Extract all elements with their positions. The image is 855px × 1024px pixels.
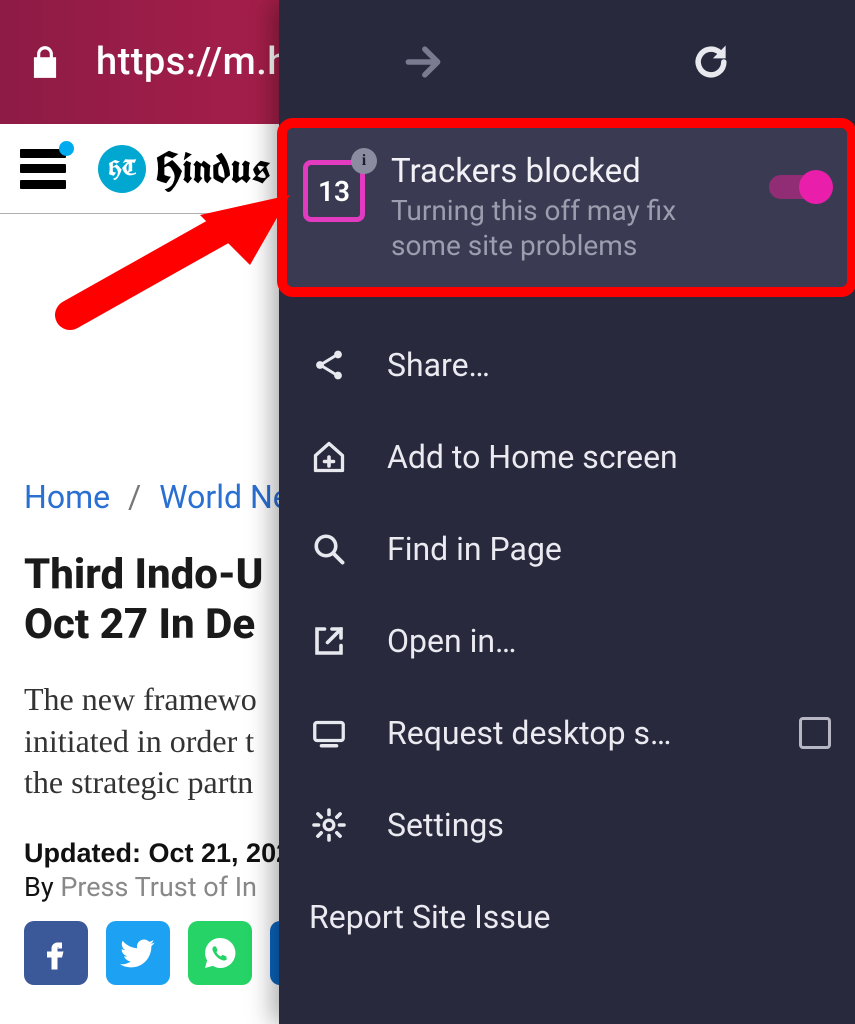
- trackers-sub-line: some site problems: [391, 229, 637, 262]
- facebook-share-button[interactable]: [24, 921, 88, 985]
- menu-item-desktop-site[interactable]: Request desktop s…: [279, 687, 855, 779]
- menu-item-find[interactable]: Find in Page: [279, 503, 855, 595]
- menu-label: Add to Home screen: [387, 438, 831, 476]
- hamburger-menu-button[interactable]: [20, 149, 66, 189]
- menu-item-share[interactable]: Share…: [279, 319, 855, 411]
- site-logo[interactable]: HT Hindus: [98, 140, 271, 197]
- info-icon: i: [351, 148, 377, 174]
- menu-label: Settings: [387, 806, 831, 844]
- forward-button[interactable]: [279, 40, 567, 84]
- trackers-subtitle: Turning this off may fix some site probl…: [391, 193, 829, 263]
- logo-mark: HT: [98, 145, 146, 193]
- reload-button[interactable]: [567, 40, 855, 84]
- menu-item-report-issue[interactable]: Report Site Issue: [279, 871, 855, 963]
- menu-items: Share… Add to Home screen Find in Page O…: [279, 319, 855, 963]
- gear-icon: [307, 807, 351, 843]
- trackers-sub-line: Turning this off may fix: [391, 194, 676, 227]
- menu-label: Find in Page: [387, 530, 831, 568]
- lock-icon: [26, 41, 64, 83]
- breadcrumb-separator: /: [128, 478, 141, 516]
- body-line: initiated in order t: [24, 723, 254, 759]
- twitter-share-button[interactable]: [106, 921, 170, 985]
- headline-line: Oct 27 In De: [24, 600, 255, 649]
- menu-label: Request desktop s…: [387, 714, 799, 752]
- menu-nav-row: [279, 0, 855, 124]
- menu-item-open-in[interactable]: Open in…: [279, 595, 855, 687]
- url-text: https://m.h: [96, 40, 289, 84]
- byline-agency: Press Trust of In: [60, 871, 257, 903]
- menu-item-add-home[interactable]: Add to Home screen: [279, 411, 855, 503]
- body-line: the strategic partn: [24, 764, 253, 800]
- trackers-toggle[interactable]: [769, 170, 831, 204]
- annotation-arrow-icon: [50, 195, 290, 335]
- menu-label: Report Site Issue: [309, 898, 831, 936]
- search-icon: [307, 531, 351, 567]
- notification-dot-icon: [59, 141, 74, 156]
- share-icon: [307, 347, 351, 383]
- menu-label: Open in…: [387, 622, 831, 660]
- desktop-icon: [307, 715, 351, 751]
- menu-label: Share…: [387, 346, 831, 384]
- logo-wordmark: Hindus: [156, 140, 271, 197]
- headline-line: Third Indo-U: [24, 550, 264, 599]
- whatsapp-share-button[interactable]: [188, 921, 252, 985]
- open-external-icon: [307, 623, 351, 659]
- browser-menu-panel: 13 i Trackers blocked Turning this off m…: [279, 0, 855, 1024]
- trackers-blocked-item[interactable]: 13 i Trackers blocked Turning this off m…: [287, 128, 847, 287]
- trackers-count-badge: 13 i: [303, 160, 365, 222]
- trackers-title: Trackers blocked: [391, 152, 829, 191]
- updated-label: Updated:: [24, 838, 141, 868]
- menu-item-settings[interactable]: Settings: [279, 779, 855, 871]
- breadcrumb-home[interactable]: Home: [24, 478, 110, 516]
- byline-prefix: By: [24, 871, 54, 903]
- body-line: The new framewo: [24, 681, 257, 717]
- home-plus-icon: [307, 439, 351, 475]
- desktop-site-checkbox[interactable]: [799, 717, 831, 749]
